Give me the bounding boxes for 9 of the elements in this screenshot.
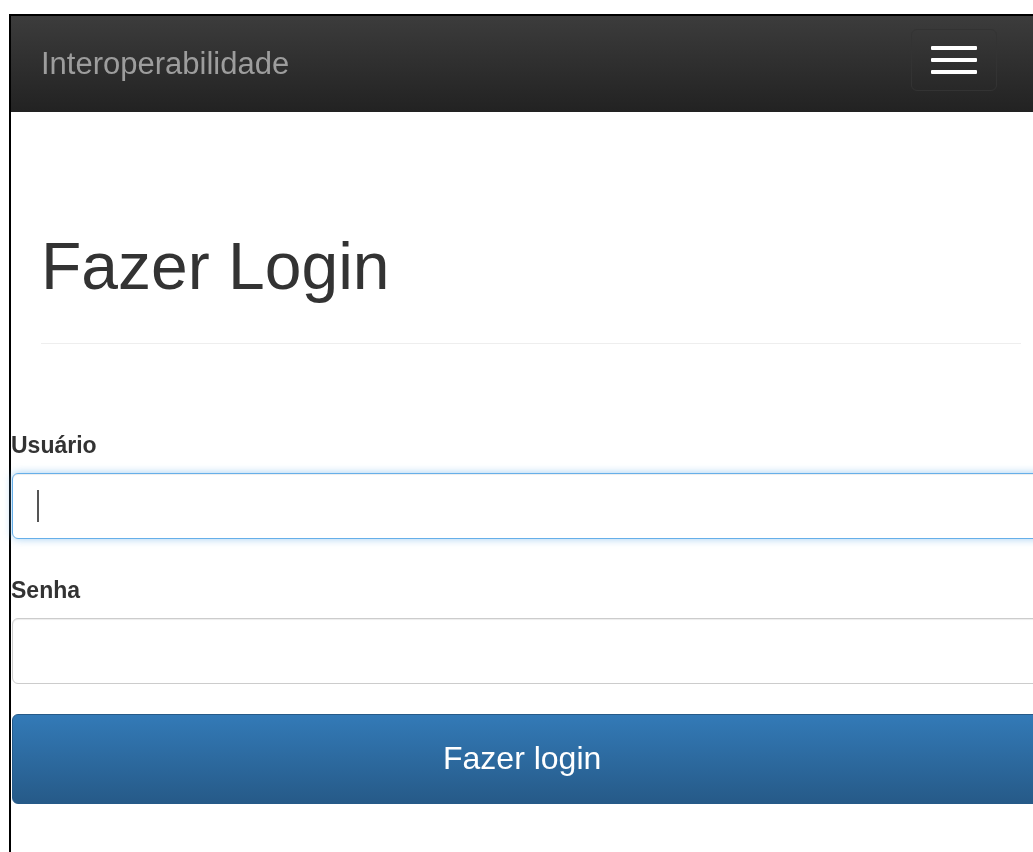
input-field[interactable] <box>12 617 1033 684</box>
field-label: Senha <box>11 576 82 604</box>
page-heading: Fazer Login <box>41 230 391 303</box>
menu-button[interactable] <box>911 29 997 91</box>
menu-icon <box>931 45 977 75</box>
brand-title[interactable]: Interoperabilidade <box>41 46 290 82</box>
input-field[interactable] <box>12 472 1033 539</box>
field-label: Usuário <box>11 431 98 459</box>
login-button[interactable]: Fazer login <box>12 713 1033 804</box>
